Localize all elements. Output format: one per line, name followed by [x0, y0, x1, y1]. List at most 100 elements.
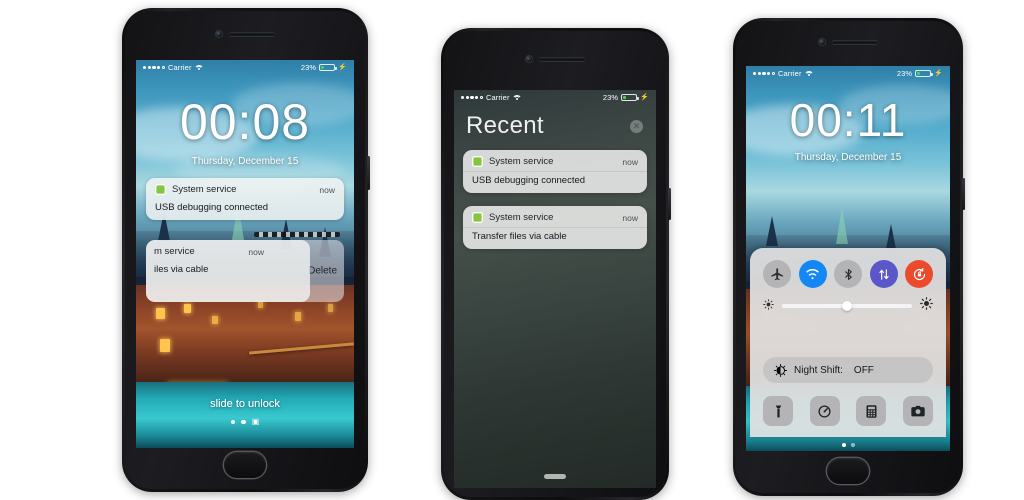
brightness-slider[interactable] — [782, 301, 912, 311]
notification-drag-handle[interactable] — [254, 232, 340, 237]
system-service-icon — [155, 184, 166, 195]
notification-header: m service now — [146, 240, 310, 261]
notification-app-name: m service — [154, 246, 195, 257]
notification-message: USB debugging connected — [472, 175, 586, 186]
wallpaper-window — [183, 304, 191, 314]
flashlight-button[interactable] — [763, 396, 793, 426]
lock-date: Thursday, December 15 — [794, 152, 902, 163]
calculator-icon — [866, 404, 877, 418]
battery-icon — [319, 63, 337, 72]
bluetooth-icon — [844, 268, 852, 280]
camera-icon — [911, 405, 925, 417]
carrier-label: Carrier — [167, 63, 192, 72]
status-left: Carrier — [143, 63, 204, 72]
rotation-lock-toggle[interactable] — [905, 260, 933, 288]
wifi-icon — [511, 94, 522, 101]
notification-card[interactable]: System service now Transfer files via ca… — [463, 206, 647, 249]
phone-3-earpiece-area — [733, 18, 963, 66]
phone-3-side-button[interactable] — [962, 178, 965, 210]
phone-2-side-button[interactable] — [668, 188, 671, 220]
phone-1-earpiece-area — [122, 8, 368, 60]
sun-small-icon — [763, 297, 774, 315]
front-camera-icon — [525, 56, 532, 62]
wallpaper-window — [295, 312, 302, 322]
lock-clock: 00:11 — [789, 94, 907, 146]
data-arrows-icon — [878, 268, 889, 280]
page-dot[interactable] — [230, 419, 236, 425]
slide-to-unlock-label[interactable]: slide to unlock — [136, 398, 354, 410]
control-center-spacer — [750, 325, 946, 357]
notification-card[interactable]: System service now USB debugging connect… — [146, 178, 344, 220]
bluetooth-toggle[interactable] — [834, 260, 862, 288]
airplane-mode-toggle[interactable] — [763, 260, 791, 288]
lock-page-dots: ▣ — [136, 418, 354, 426]
phone-1: Carrier 23% ⚡ 00:08 Thursday, December 1… — [122, 8, 370, 492]
night-shift-value: OFF — [853, 364, 874, 376]
front-camera-icon — [818, 39, 825, 45]
night-shift-label: Night Shift: — [794, 364, 843, 376]
status-left: Carrier — [753, 69, 814, 78]
notification-card-content[interactable]: m service now iles via cable — [146, 240, 310, 302]
control-center-panel[interactable]: Night Shift: OFF — [750, 248, 946, 437]
notification-message: USB debugging connected — [155, 202, 269, 213]
phone-1-side-button[interactable] — [367, 156, 370, 190]
phone-1-screen[interactable]: Carrier 23% ⚡ 00:08 Thursday, December 1… — [136, 60, 354, 448]
notification-app-name: System service — [489, 212, 554, 223]
rotation-lock-icon — [913, 267, 925, 280]
home-indicator[interactable] — [544, 474, 566, 479]
page-dot[interactable] — [850, 443, 855, 447]
camera-icon[interactable]: ▣ — [252, 418, 260, 426]
status-right: 23% ⚡ — [301, 63, 347, 72]
mobile-data-toggle[interactable] — [869, 260, 898, 288]
airplane-icon — [770, 267, 783, 280]
phone-3-status-bar: Carrier 23% ⚡ — [746, 66, 950, 81]
scene-root: Carrier 23% ⚡ 00:08 Thursday, December 1… — [0, 0, 1024, 500]
notification-card[interactable]: System service now USB debugging connect… — [463, 150, 647, 193]
night-shift-button[interactable]: Night Shift: OFF — [763, 357, 933, 383]
phone-2: Carrier 23% ⚡ Recent ✕ System service no… — [441, 28, 671, 500]
home-button[interactable] — [224, 452, 266, 478]
phone-3-screen[interactable]: Carrier 23% ⚡ 00:11 Thursday, December 1… — [746, 66, 950, 451]
lightning-bolt-icon: ⚡ — [338, 64, 347, 71]
wifi-icon — [806, 268, 819, 279]
wifi-toggle[interactable] — [798, 260, 827, 288]
phone-2-earpiece-area — [441, 28, 669, 90]
control-center-toggle-row — [750, 248, 946, 294]
lightning-bolt-icon: ⚡ — [640, 94, 649, 101]
battery-percent-label: 23% — [300, 63, 317, 72]
recent-title: Recent — [466, 112, 544, 139]
control-center-shortcut-row — [750, 383, 946, 437]
night-shift-icon — [774, 363, 787, 377]
notification-time: now — [248, 246, 264, 257]
wifi-icon — [803, 70, 814, 77]
home-button[interactable] — [827, 458, 869, 484]
notification-card-swiped[interactable]: Delete m service now iles via cable — [146, 240, 344, 302]
clear-all-icon[interactable]: ✕ — [630, 120, 643, 133]
timer-button[interactable] — [809, 396, 840, 426]
sun-large-icon — [920, 297, 933, 315]
phone-3: Carrier 23% ⚡ 00:11 Thursday, December 1… — [733, 18, 965, 496]
phone-2-status-bar: Carrier 23% ⚡ — [454, 90, 656, 105]
wallpaper-water — [136, 382, 354, 448]
page-dot[interactable] — [241, 419, 246, 425]
battery-percent-label: 23% — [602, 93, 619, 102]
lock-clock: 00:08 — [179, 94, 311, 150]
page-dot[interactable] — [841, 443, 846, 447]
earpiece-speaker — [228, 31, 275, 37]
phone-2-screen[interactable]: Carrier 23% ⚡ Recent ✕ System service no… — [454, 90, 656, 488]
brightness-slider-knob[interactable] — [842, 301, 852, 311]
notification-time: now — [319, 184, 335, 195]
control-center-page-dots — [746, 443, 950, 447]
lightning-bolt-icon: ⚡ — [934, 70, 943, 77]
wallpaper-spire — [835, 208, 848, 245]
timer-icon — [818, 404, 831, 418]
delete-button[interactable]: Delete — [308, 266, 337, 277]
wifi-icon — [193, 64, 204, 71]
status-right: 23% ⚡ — [897, 69, 943, 78]
system-service-icon — [472, 156, 483, 167]
calculator-button[interactable] — [856, 396, 887, 426]
phone-1-status-bar: Carrier 23% ⚡ — [136, 60, 354, 75]
notification-header: System service now — [463, 206, 647, 227]
front-camera-icon — [215, 31, 222, 37]
camera-button[interactable] — [902, 396, 933, 426]
